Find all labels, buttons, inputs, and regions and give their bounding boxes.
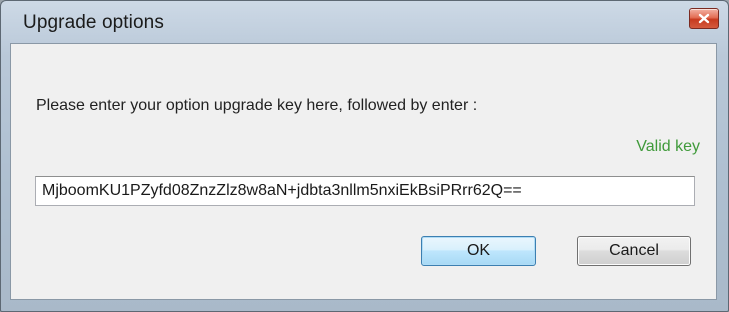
window-title: Upgrade options — [23, 12, 164, 33]
dialog-body: Please enter your option upgrade key her… — [10, 43, 717, 300]
upgrade-key-input[interactable] — [35, 176, 695, 206]
key-status-label: Valid key — [636, 138, 700, 155]
close-button[interactable] — [689, 8, 719, 29]
upgrade-options-window: Upgrade options Please enter your option… — [0, 0, 729, 312]
close-icon — [698, 13, 710, 24]
ok-button[interactable]: OK — [421, 236, 536, 266]
cancel-button[interactable]: Cancel — [577, 236, 691, 266]
prompt-text: Please enter your option upgrade key her… — [36, 97, 478, 114]
title-bar[interactable]: Upgrade options — [1, 1, 728, 43]
